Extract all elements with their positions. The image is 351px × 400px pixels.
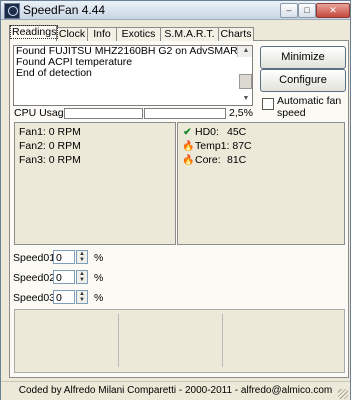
cpu-usage-label: CPU Usage: [14, 107, 70, 119]
speed02-unit: %: [94, 272, 104, 284]
flame-icon: 🔥: [182, 155, 195, 166]
log-scrollbar[interactable]: ▲ ▼: [237, 46, 252, 102]
tab-charts[interactable]: Charts: [218, 27, 254, 41]
check-icon: ✔: [183, 127, 192, 138]
configure-button[interactable]: Configure: [260, 69, 346, 92]
cpu-usage-bar-1: [64, 108, 143, 119]
speed03-unit: %: [94, 292, 104, 304]
speed02-spinner[interactable]: ▲ ▼: [76, 270, 88, 284]
speed03-spinner[interactable]: ▲ ▼: [76, 290, 88, 304]
speedfan-app-icon[interactable]: [4, 3, 20, 19]
minimize-window-button[interactable]: ‒: [280, 3, 298, 18]
speedfan-window: SpeedFan 4.44 ‒ □ ✕ Readings Clock Info …: [0, 0, 351, 400]
speed01-spinner[interactable]: ▲ ▼: [76, 250, 88, 264]
spin-down-icon: ▼: [79, 257, 85, 263]
speed03-label: Speed03:: [13, 292, 58, 304]
graph-divider: [118, 314, 119, 367]
minimize-button[interactable]: Minimize: [260, 46, 346, 69]
cpu-usage-bar-2: [144, 108, 226, 119]
speed02-input[interactable]: 0: [53, 270, 75, 284]
tab-exotics[interactable]: Exotics: [116, 27, 161, 41]
speed01-unit: %: [94, 252, 104, 264]
scroll-down-arrow-icon[interactable]: ▼: [238, 94, 252, 104]
speed03-input[interactable]: 0: [53, 290, 75, 304]
fan-reading: Fan2: 0 RPM: [19, 140, 81, 152]
log-line: End of detection: [16, 67, 92, 79]
temp-reading-core: 🔥Core: 81C: [182, 154, 247, 166]
tab-readings[interactable]: Readings: [9, 25, 59, 41]
temp-reading-hd0: ✔ HD0: 45C: [183, 126, 247, 138]
speed02-label: Speed02:: [13, 272, 58, 284]
speed01-label: Speed01:: [13, 252, 58, 264]
status-bar: Coded by Alfredo Milani Comparetti - 200…: [1, 381, 350, 400]
temp-reading-temp1: 🔥Temp1: 87C: [182, 140, 252, 152]
title-bar[interactable]: SpeedFan 4.44 ‒ □ ✕: [1, 1, 350, 20]
tab-info[interactable]: Info: [87, 27, 117, 41]
fan-reading: Fan1: 0 RPM: [19, 126, 81, 138]
close-window-button[interactable]: ✕: [316, 3, 350, 18]
speed01-input[interactable]: 0: [53, 250, 75, 264]
tab-clock[interactable]: Clock: [56, 27, 88, 41]
scroll-thumb[interactable]: [239, 74, 252, 89]
spin-down-icon: ▼: [79, 297, 85, 303]
credits-text: Coded by Alfredo Milani Comparetti - 200…: [18, 385, 333, 396]
fan-readings-box: Fan1: 0 RPM Fan2: 0 RPM Fan3: 0 RPM: [14, 122, 176, 245]
temperature-readings-box: ✔ HD0: 45C 🔥Temp1: 87C 🔥Core: 81C: [177, 122, 345, 245]
graph-divider: [222, 314, 223, 367]
status-graph-area: [14, 309, 345, 373]
cpu-usage-percent: 2,5%: [229, 107, 253, 119]
detection-log[interactable]: Found FUJITSU MHZ2160BH G2 on AdvSMART F…: [13, 45, 253, 106]
maximize-window-button[interactable]: □: [298, 3, 316, 18]
spin-down-icon: ▼: [79, 277, 85, 283]
automatic-fan-speed-checkbox[interactable]: [262, 98, 274, 110]
automatic-fan-speed-label[interactable]: Automatic fan speed: [277, 95, 341, 119]
tab-smart[interactable]: S.M.A.R.T.: [160, 27, 219, 41]
resize-grip-icon[interactable]: [338, 389, 348, 399]
fan-reading: Fan3: 0 RPM: [19, 154, 81, 166]
scroll-up-arrow-icon[interactable]: ▲: [238, 46, 252, 56]
flame-icon: 🔥: [182, 141, 195, 152]
window-title: SpeedFan 4.44: [23, 3, 106, 17]
